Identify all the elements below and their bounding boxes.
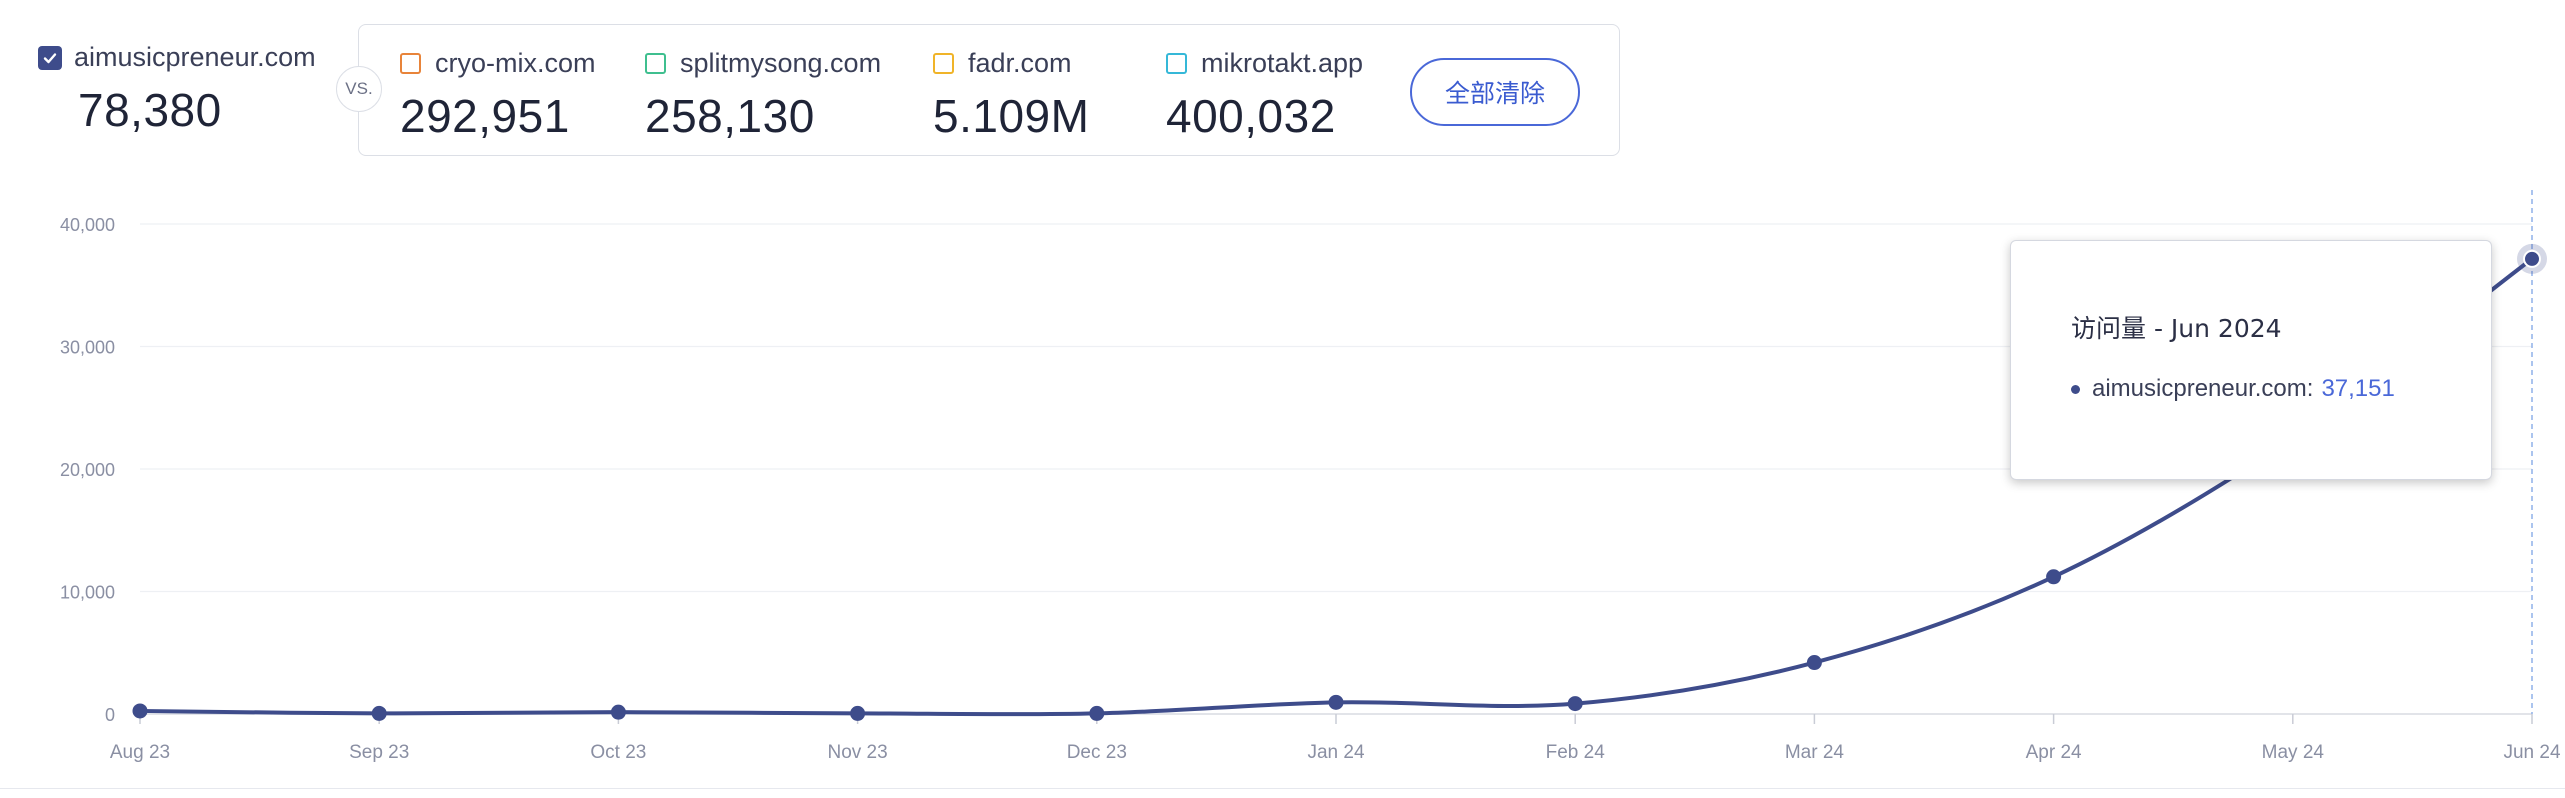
y-tick-label: 30,000 <box>60 338 115 358</box>
tooltip-site: aimusicpreneur.com: <box>2092 375 2314 402</box>
data-point <box>1089 705 1105 721</box>
data-point <box>610 704 626 720</box>
series-dot-icon <box>2071 384 2080 394</box>
tooltip-title: 访问量 - Jun 2024 <box>2071 314 2282 343</box>
competitor-label: fadr.com <box>968 48 1072 78</box>
checkmark-icon <box>43 52 57 63</box>
y-tick-label: 20,000 <box>60 460 115 480</box>
competitor-value: 400,032 <box>1166 90 1336 142</box>
primary-site-checkbox[interactable] <box>38 45 62 70</box>
competitor-checkbox[interactable] <box>645 53 666 74</box>
primary-site-value: 78,380 <box>78 84 222 136</box>
x-tick-label: Nov 23 <box>827 742 887 763</box>
bottom-divider <box>0 788 2565 789</box>
data-point <box>2523 249 2541 268</box>
tooltip-value: 37,151 <box>2321 375 2395 402</box>
y-tick-label: 40,000 <box>60 215 115 235</box>
competitor-checkbox[interactable] <box>400 53 421 74</box>
vs-badge: VS. <box>336 66 382 112</box>
competitor-item[interactable]: splitmysong.com 258,130 <box>645 48 881 143</box>
competitor-value: 5.109M <box>933 90 1090 142</box>
competitor-checkbox[interactable] <box>1166 53 1187 74</box>
competitor-item[interactable]: mikrotakt.app 400,032 <box>1166 48 1363 143</box>
x-tick-label: Dec 23 <box>1067 742 1127 763</box>
data-point <box>2046 569 2062 585</box>
competitor-value: 292,951 <box>400 90 570 142</box>
data-point <box>850 705 866 721</box>
chart-tooltip: 访问量 - Jun 2024 aimusicpreneur.com: 37,15… <box>2010 240 2492 480</box>
x-tick-label: Mar 24 <box>1785 742 1845 763</box>
y-tick-label: 0 <box>105 705 115 725</box>
x-tick-label: May 24 <box>2262 742 2325 763</box>
primary-site-label: aimusicpreneur.com <box>74 42 316 72</box>
x-tick-label: Jan 24 <box>1307 742 1364 763</box>
competitor-checkbox[interactable] <box>933 53 954 74</box>
x-tick-label: Oct 23 <box>590 742 646 763</box>
x-tick-label: Sep 23 <box>349 742 409 763</box>
data-point <box>1806 655 1822 671</box>
x-tick-label: Feb 24 <box>1546 742 1606 763</box>
competitor-label: splitmysong.com <box>680 48 882 78</box>
x-tick-label: Jun 24 <box>2503 742 2560 763</box>
x-tick-label: Apr 24 <box>2026 742 2082 763</box>
competitor-item[interactable]: fadr.com 5.109M <box>933 48 1089 143</box>
primary-site: aimusicpreneur.com 78,380 <box>38 42 316 137</box>
data-point <box>371 705 387 721</box>
competitor-item[interactable]: cryo-mix.com 292,951 <box>400 48 596 143</box>
y-tick-label: 10,000 <box>60 583 115 603</box>
clear-all-button[interactable]: 全部清除 <box>1410 58 1580 126</box>
data-point <box>1328 694 1344 710</box>
competitor-label: mikrotakt.app <box>1201 48 1364 78</box>
tooltip-row: aimusicpreneur.com: 37,151 <box>2071 375 2395 403</box>
data-point <box>132 703 148 719</box>
competitor-label: cryo-mix.com <box>435 48 596 78</box>
competitor-value: 258,130 <box>645 90 815 142</box>
data-point <box>1567 696 1583 712</box>
x-tick-label: Aug 23 <box>110 742 170 763</box>
